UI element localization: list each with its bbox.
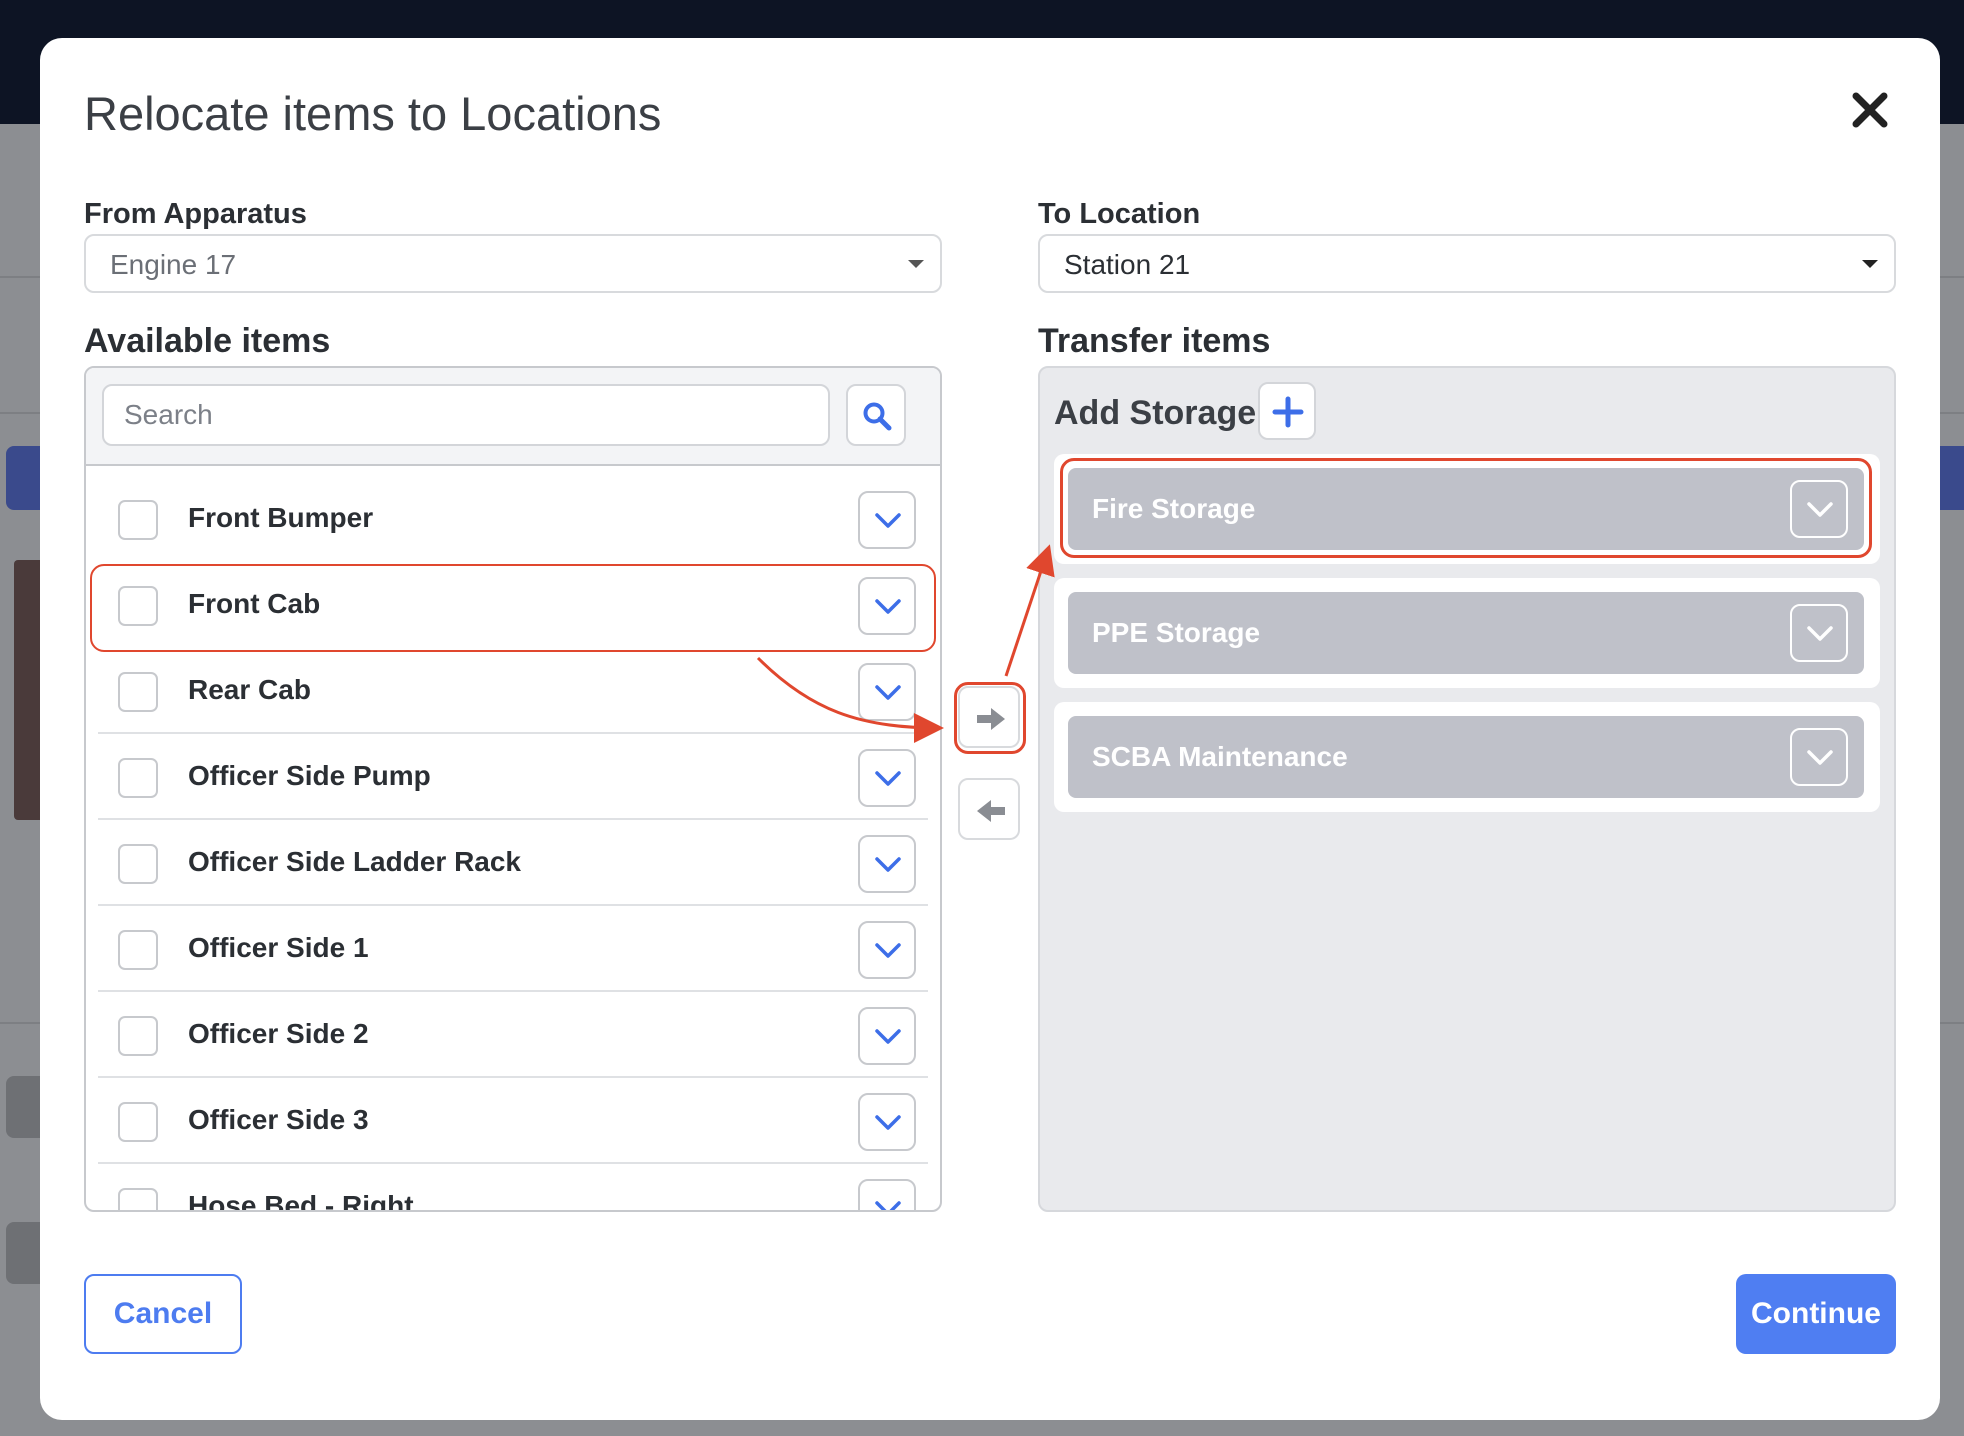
add-storage-button[interactable] xyxy=(1258,382,1316,440)
available-items-title: Available items xyxy=(84,322,331,360)
search-icon xyxy=(863,402,892,431)
item-label: Rear Cab xyxy=(188,674,311,705)
item-checkbox[interactable] xyxy=(118,758,158,798)
item-checkbox[interactable] xyxy=(118,1188,158,1210)
chevron-down-icon xyxy=(875,513,901,528)
item-checkbox[interactable] xyxy=(118,586,158,626)
arrow-left-icon xyxy=(977,800,1005,822)
expand-button[interactable] xyxy=(858,491,916,549)
chevron-down-icon xyxy=(1807,626,1833,641)
caret-down-icon xyxy=(1862,260,1878,268)
from-apparatus-value: Engine 17 xyxy=(110,249,237,280)
from-apparatus-select[interactable]: Engine 17 xyxy=(84,234,942,293)
item-label: Front Cab xyxy=(188,588,321,619)
move-left-button[interactable] xyxy=(958,778,1020,840)
item-label: Officer Side 1 xyxy=(188,932,369,963)
expand-button[interactable] xyxy=(858,1179,916,1210)
expand-button[interactable] xyxy=(858,663,916,721)
relocate-modal: Relocate items to Locations From Apparat… xyxy=(40,38,1940,1420)
storage-header[interactable]: Fire Storage xyxy=(1068,468,1864,550)
list-item: Hose Bed - Right xyxy=(98,1164,928,1212)
item-label: Officer Side 2 xyxy=(188,1018,369,1049)
close-icon xyxy=(1852,92,1888,128)
expand-button[interactable] xyxy=(858,921,916,979)
storage-header[interactable]: SCBA Maintenance xyxy=(1068,716,1864,798)
storage-card: SCBA Maintenance xyxy=(1054,702,1880,812)
list-item: Officer Side 1 xyxy=(98,906,928,992)
chevron-down-icon xyxy=(875,685,901,700)
chevron-down-icon xyxy=(875,943,901,958)
storage-header[interactable]: PPE Storage xyxy=(1068,592,1864,674)
expand-button[interactable] xyxy=(858,1093,916,1151)
to-location-value: Station 21 xyxy=(1064,249,1191,280)
add-storage-label: Add Storage xyxy=(1054,394,1257,432)
continue-button[interactable]: Continue xyxy=(1736,1274,1896,1354)
modal-title: Relocate items to Locations xyxy=(84,87,662,140)
item-label: Hose Bed - Right xyxy=(188,1190,414,1212)
expand-button[interactable] xyxy=(1790,728,1848,786)
list-item: Officer Side 2 xyxy=(98,992,928,1078)
item-checkbox[interactable] xyxy=(118,1102,158,1142)
close-button[interactable] xyxy=(1848,88,1892,132)
expand-button[interactable] xyxy=(1790,604,1848,662)
chevron-down-icon xyxy=(875,1201,901,1210)
item-label: Front Bumper xyxy=(188,502,374,533)
caret-down-icon xyxy=(908,260,924,268)
search-input[interactable] xyxy=(102,384,830,446)
list-item: Officer Side 3 xyxy=(98,1078,928,1164)
search-bar xyxy=(86,368,940,466)
item-checkbox[interactable] xyxy=(118,672,158,712)
move-right-button[interactable] xyxy=(958,686,1020,748)
storage-card: Fire Storage xyxy=(1054,454,1880,564)
chevron-down-icon xyxy=(875,771,901,786)
storage-name: PPE Storage xyxy=(1092,617,1261,648)
cancel-button[interactable]: Cancel xyxy=(84,1274,242,1354)
list-item: Officer Side Pump xyxy=(98,734,928,820)
expand-button[interactable] xyxy=(858,835,916,893)
chevron-down-icon xyxy=(1807,750,1833,765)
expand-button[interactable] xyxy=(1790,480,1848,538)
storage-name: SCBA Maintenance xyxy=(1092,741,1348,772)
expand-button[interactable] xyxy=(858,1007,916,1065)
list-item: Front Bumper xyxy=(98,476,928,562)
arrow-right-icon xyxy=(977,708,1005,730)
to-location-select[interactable]: Station 21 xyxy=(1038,234,1896,293)
item-label: Officer Side 3 xyxy=(188,1104,369,1135)
expand-button[interactable] xyxy=(858,577,916,635)
to-location-label: To Location xyxy=(1038,198,1201,230)
transfer-items-panel: Add Storage Fire Storage PPE Storage SCB… xyxy=(1038,366,1896,1212)
plus-icon xyxy=(1272,396,1304,428)
item-checkbox[interactable] xyxy=(118,844,158,884)
item-checkbox[interactable] xyxy=(118,500,158,540)
from-apparatus-label: From Apparatus xyxy=(84,198,307,230)
available-items-panel: Front Bumper Front Cab Rear Cab Officer … xyxy=(84,366,942,1212)
item-label: Officer Side Pump xyxy=(188,760,431,791)
transfer-items-title: Transfer items xyxy=(1038,322,1271,360)
search-button[interactable] xyxy=(846,384,906,446)
item-checkbox[interactable] xyxy=(118,930,158,970)
chevron-down-icon xyxy=(1807,502,1833,517)
list-item: Front Cab xyxy=(98,562,928,648)
expand-button[interactable] xyxy=(858,749,916,807)
chevron-down-icon xyxy=(875,857,901,872)
chevron-down-icon xyxy=(875,1115,901,1130)
item-checkbox[interactable] xyxy=(118,1016,158,1056)
list-item: Rear Cab xyxy=(98,648,928,734)
chevron-down-icon xyxy=(875,1029,901,1044)
item-label: Officer Side Ladder Rack xyxy=(188,846,522,877)
storage-name: Fire Storage xyxy=(1092,493,1256,524)
chevron-down-icon xyxy=(875,599,901,614)
list-item: Officer Side Ladder Rack xyxy=(98,820,928,906)
storage-card: PPE Storage xyxy=(1054,578,1880,688)
